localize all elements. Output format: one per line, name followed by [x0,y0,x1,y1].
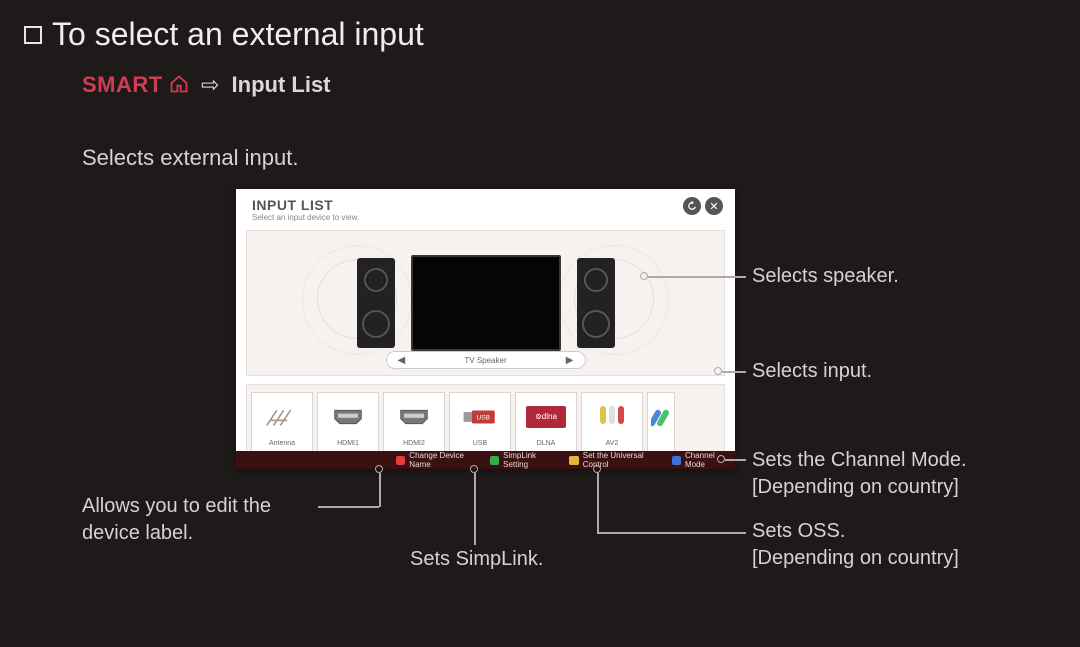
input-label: USB [473,440,487,447]
green-button-label: SimpLink Setting [503,451,549,469]
panel-subtitle: Select an input device to view. [252,213,359,222]
annotation-speaker: Selects speaker. [752,263,899,290]
yellow-button-item[interactable]: Set the Universal Control [559,451,661,469]
green-button-icon [490,456,499,465]
component-icon [648,393,674,447]
callout-node [640,272,648,280]
callout-line [648,276,746,278]
page-title-text: To select an external input [52,16,424,53]
input-label: Antenna [269,440,295,447]
annotation-text: Sets the Channel Mode. [752,449,967,471]
callout-node [470,465,478,473]
input-label: HDMI2 [403,440,425,447]
breadcrumb-dest: Input List [232,72,331,97]
annotation-text: Allows you to edit the [82,495,271,517]
yellow-button-icon [569,456,578,465]
callout-node [375,465,383,473]
red-button-icon [396,456,405,465]
arrow-icon: ⇨ [201,72,219,97]
annotation-device-label: Allows you to edit the device label. [82,493,271,547]
panel-header: INPUT LIST Select an input device to vie… [236,189,735,226]
callout-line [474,473,476,545]
annotation-input: Selects input. [752,358,872,385]
usb-icon: USB [450,393,510,440]
page-title: To select an external input [24,16,424,53]
callout-line [725,459,746,461]
callout-line [379,473,381,507]
close-button[interactable]: ✕ [705,197,723,215]
callout-node [714,367,722,375]
annotation-text: [Depending on country] [752,476,959,498]
home-icon [169,74,189,100]
chevron-left-icon[interactable]: ◀ [394,353,408,367]
red-button-item[interactable]: Change Device Name [386,451,480,469]
input-card-more[interactable] [647,392,675,454]
input-card-usb[interactable]: USB USB [449,392,511,454]
callout-node [717,455,725,463]
annotation-text: device label. [82,522,193,544]
svg-text:USB: USB [477,414,491,421]
tv-speaker-area: ◀ TV Speaker ▶ [246,230,725,376]
breadcrumb-smart: SMART [82,72,163,97]
hdmi-icon [384,393,444,440]
callout-line [722,371,746,373]
annotation-channel-mode: Sets the Channel Mode. [Depending on cou… [752,447,967,501]
hdmi-icon [318,393,378,440]
speaker-left-icon [357,258,395,348]
tv-screen-icon [411,255,561,351]
input-label: HDMI1 [337,440,359,447]
input-label: AV2 [606,440,619,447]
subtitle-text: Selects external input. [82,145,298,171]
square-bullet-icon [24,26,42,44]
panel-title: INPUT LIST [252,197,359,213]
color-button-bar: Change Device Name SimpLink Setting Set … [236,451,735,469]
input-label: DLNA [537,440,556,447]
speaker-right-icon [577,258,615,348]
input-card-hdmi2[interactable]: HDMI2 [383,392,445,454]
annotation-text: [Depending on country] [752,547,959,569]
red-button-label: Change Device Name [409,451,470,469]
callout-node [593,465,601,473]
callout-line [597,473,599,533]
chevron-right-icon[interactable]: ▶ [563,353,577,367]
breadcrumb: SMART ⇨ Input List [82,72,331,100]
input-card-hdmi1[interactable]: HDMI1 [317,392,379,454]
input-card-dlna[interactable]: ⊚dlna DLNA [515,392,577,454]
antenna-icon [252,393,312,440]
annotation-text: Sets OSS. [752,520,845,542]
back-button[interactable] [683,197,701,215]
av-jacks-icon [582,393,642,440]
input-card-antenna[interactable]: Antenna [251,392,313,454]
speaker-selector[interactable]: ◀ TV Speaker ▶ [385,351,585,369]
annotation-oss: Sets OSS. [Depending on country] [752,518,959,572]
callout-line [597,532,746,534]
green-button-item[interactable]: SimpLink Setting [480,451,560,469]
input-card-av2[interactable]: AV2 [581,392,643,454]
callout-line [318,506,379,508]
dlna-icon: ⊚dlna [516,393,576,440]
speaker-label: TV Speaker [464,356,506,365]
annotation-simplink: Sets SimpLink. [410,546,543,573]
blue-button-icon [672,456,681,465]
input-list-panel: INPUT LIST Select an input device to vie… [236,189,735,469]
